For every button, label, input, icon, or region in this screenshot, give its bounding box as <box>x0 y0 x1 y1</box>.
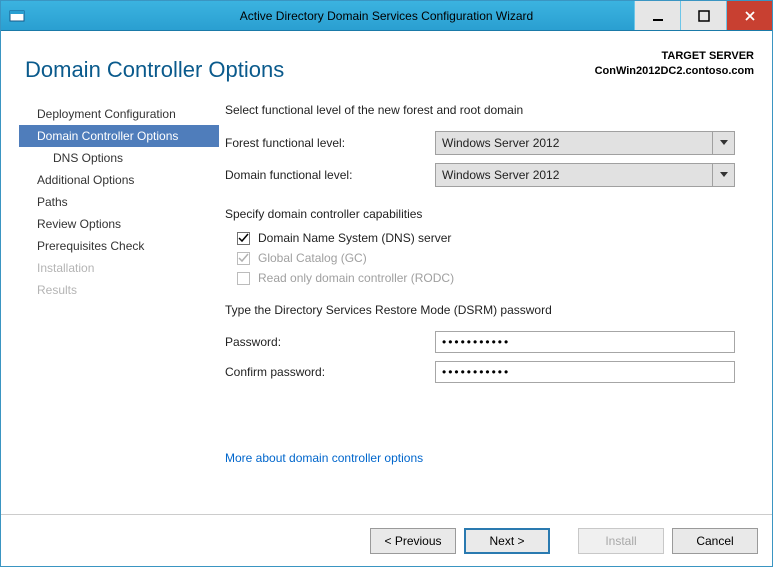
sidebar-item-deployment-configuration[interactable]: Deployment Configuration <box>19 103 219 125</box>
capability-gc-label: Global Catalog (GC) <box>258 251 367 265</box>
header-row: Domain Controller Options TARGET SERVER … <box>19 45 754 83</box>
sidebar-item-additional-options[interactable]: Additional Options <box>19 169 219 191</box>
confirm-password-row: Confirm password: <box>225 361 750 383</box>
domain-level-value: Windows Server 2012 <box>435 163 713 187</box>
sidebar-item-installation: Installation <box>19 257 219 279</box>
window-controls <box>634 1 772 30</box>
app-icon <box>9 8 25 24</box>
domain-level-row: Domain functional level: Windows Server … <box>225 163 750 187</box>
capability-rodc-row: Read only domain controller (RODC) <box>225 271 750 285</box>
capability-dns-label: Domain Name System (DNS) server <box>258 231 451 245</box>
capability-gc-row: Global Catalog (GC) <box>225 251 750 265</box>
target-server-block: TARGET SERVER ConWin2012DC2.contoso.com <box>595 49 754 80</box>
dsrm-label: Type the Directory Services Restore Mode… <box>225 303 750 317</box>
sidebar-item-dns-options[interactable]: DNS Options <box>19 147 219 169</box>
forest-level-select[interactable]: Windows Server 2012 <box>435 131 735 155</box>
capabilities-label: Specify domain controller capabilities <box>225 207 750 221</box>
password-input[interactable] <box>435 331 735 353</box>
chevron-down-icon <box>713 131 735 155</box>
capability-dns-row[interactable]: Domain Name System (DNS) server <box>225 231 750 245</box>
confirm-password-input[interactable] <box>435 361 735 383</box>
checkbox-checked-icon <box>237 232 250 245</box>
wizard-footer: < Previous Next > Install Cancel <box>1 514 772 566</box>
forest-level-value: Windows Server 2012 <box>435 131 713 155</box>
password-row: Password: <box>225 331 750 353</box>
checkbox-unchecked-disabled-icon <box>237 272 250 285</box>
cancel-button[interactable]: Cancel <box>672 528 758 554</box>
wizard-body: Domain Controller Options TARGET SERVER … <box>1 31 772 514</box>
password-label: Password: <box>225 335 435 349</box>
sidebar-item-paths[interactable]: Paths <box>19 191 219 213</box>
main-panel: Select functional level of the new fores… <box>219 101 754 514</box>
checkbox-checked-disabled-icon <box>237 252 250 265</box>
chevron-down-icon <box>713 163 735 187</box>
content-area: Deployment Configuration Domain Controll… <box>19 101 754 514</box>
forest-level-row: Forest functional level: Windows Server … <box>225 131 750 155</box>
target-server-value: ConWin2012DC2.contoso.com <box>595 64 754 79</box>
forest-level-label: Forest functional level: <box>225 136 435 150</box>
sidebar-item-review-options[interactable]: Review Options <box>19 213 219 235</box>
next-button[interactable]: Next > <box>464 528 550 554</box>
maximize-button[interactable] <box>680 1 726 30</box>
domain-level-select[interactable]: Windows Server 2012 <box>435 163 735 187</box>
capability-rodc-label: Read only domain controller (RODC) <box>258 271 454 285</box>
wizard-window: Active Directory Domain Services Configu… <box>0 0 773 567</box>
install-button: Install <box>578 528 664 554</box>
domain-level-label: Domain functional level: <box>225 168 435 182</box>
sidebar-item-domain-controller-options[interactable]: Domain Controller Options <box>19 125 219 147</box>
confirm-password-label: Confirm password: <box>225 365 435 379</box>
close-button[interactable] <box>726 1 772 30</box>
functional-level-intro: Select functional level of the new fores… <box>225 103 750 117</box>
sidebar-item-prerequisites-check[interactable]: Prerequisites Check <box>19 235 219 257</box>
previous-button[interactable]: < Previous <box>370 528 456 554</box>
page-title: Domain Controller Options <box>25 57 284 83</box>
minimize-button[interactable] <box>634 1 680 30</box>
sidebar-item-results: Results <box>19 279 219 301</box>
titlebar: Active Directory Domain Services Configu… <box>1 1 772 31</box>
target-server-label: TARGET SERVER <box>595 49 754 64</box>
help-link[interactable]: More about domain controller options <box>225 451 423 465</box>
wizard-sidebar: Deployment Configuration Domain Controll… <box>19 101 219 514</box>
